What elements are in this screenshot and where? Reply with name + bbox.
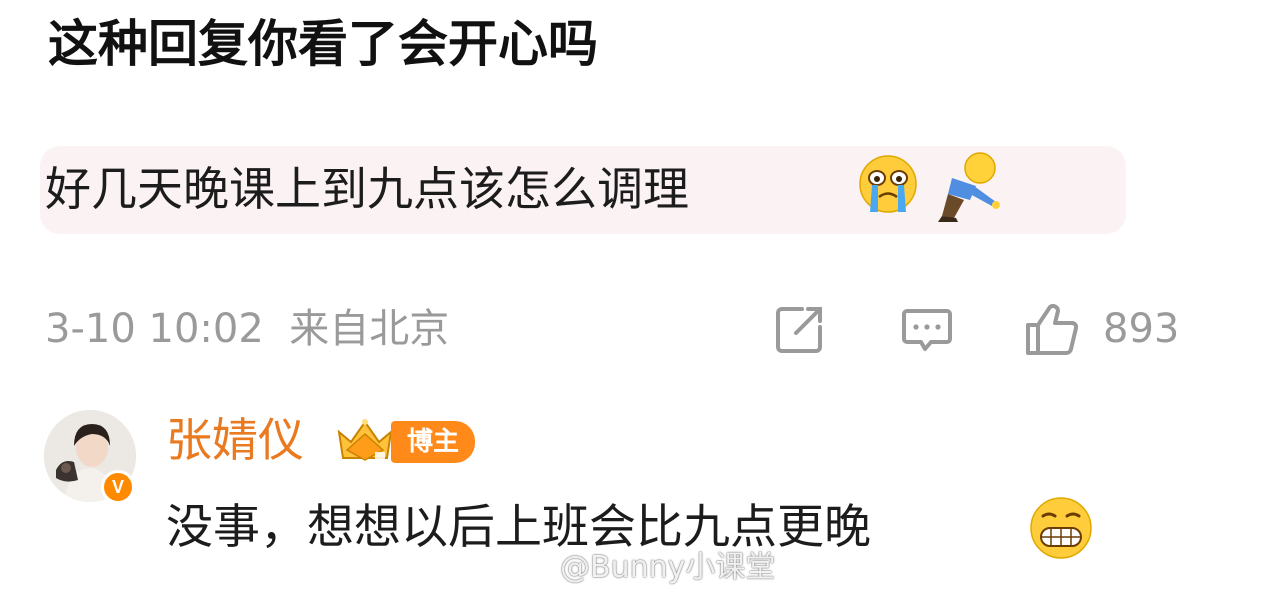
post-title: 这种回复你看了会开心吗	[48, 15, 598, 73]
timestamp: 3-10 10:02	[45, 306, 264, 352]
crying-face-icon	[859, 155, 917, 213]
like-icon[interactable]	[1024, 301, 1080, 357]
watermark-text: @Bunny小课堂	[560, 550, 776, 585]
like-count: 893	[1103, 306, 1180, 352]
grinning-face-icon	[1030, 497, 1092, 559]
comment-meta: 3-10 10:02 来自北京	[45, 302, 449, 356]
comment-text: 好几天晚课上到九点该怎么调理	[45, 162, 689, 216]
weibo-logo-icon	[518, 551, 553, 579]
screenshot: 这种回复你看了会开心吗 好几天晚课上到九点该怎么调理 3-10 10:02 来自…	[0, 0, 1272, 597]
location: 来自北京	[289, 306, 450, 352]
reply-username[interactable]: 张婧仪	[166, 410, 304, 470]
comment-icon[interactable]	[899, 301, 955, 357]
author-badge: 博主	[391, 421, 475, 463]
watermark: @Bunny小课堂	[518, 544, 776, 585]
verified-badge: V	[101, 470, 135, 504]
crown-icon	[337, 419, 393, 461]
kneeling-figure-icon	[938, 152, 1000, 222]
share-icon[interactable]	[772, 301, 828, 357]
